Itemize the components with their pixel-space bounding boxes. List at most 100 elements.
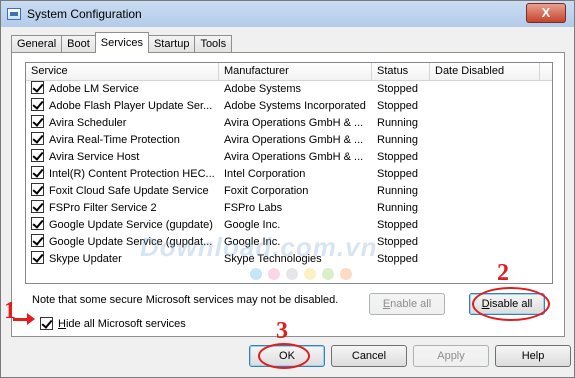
annotation-circle-disable-all	[472, 287, 550, 321]
date-disabled-cell	[430, 132, 540, 149]
date-disabled-cell	[430, 234, 540, 251]
manufacturer-cell: FSPro Labs	[224, 202, 283, 214]
service-checkbox[interactable]	[31, 234, 44, 247]
enable-all-button[interactable]: Enable all	[369, 293, 445, 315]
watermark-dot	[304, 268, 316, 280]
service-name-cell: Foxit Cloud Safe Update Service	[26, 183, 219, 200]
annotation-circle-ok	[258, 343, 310, 369]
watermark-text: Download.com.vn	[140, 232, 378, 262]
date-disabled-cell	[430, 115, 540, 132]
service-name-cell: Avira Real-Time Protection	[26, 132, 219, 149]
status-cell: Running	[377, 202, 418, 214]
service-checkbox[interactable]	[31, 98, 44, 111]
status-cell: Stopped	[377, 100, 418, 112]
status-cell: Running	[377, 185, 418, 197]
column-header-date-disabled[interactable]: Date Disabled	[430, 63, 540, 81]
manufacturer-cell: Avira Operations GmbH & ...	[224, 151, 364, 163]
service-name: FSPro Filter Service 2	[49, 202, 157, 214]
annotation-number-3: 3	[276, 318, 288, 344]
hide-microsoft-label: ide all Microsoft services	[65, 317, 186, 330]
service-name-cell: Adobe LM Service	[26, 81, 219, 98]
annotation-number-2: 2	[497, 260, 509, 286]
tab-services[interactable]: Services	[94, 32, 149, 53]
watermark-dot	[340, 268, 352, 280]
service-checkbox[interactable]	[31, 200, 44, 213]
tab-general[interactable]: General	[11, 35, 63, 53]
service-name: Avira Service Host	[49, 151, 140, 163]
watermark-dot	[286, 268, 298, 280]
services-list-header: Service Manufacturer Status Date Disable…	[26, 63, 552, 81]
column-header-manufacturer[interactable]: Manufacturer	[219, 63, 372, 81]
table-row[interactable]: Avira Real-Time Protection Avira Operatio…	[26, 132, 552, 149]
date-disabled-cell	[430, 98, 540, 115]
date-disabled-cell	[430, 81, 540, 98]
table-row[interactable]: Foxit Cloud Safe Update Service Foxit Cor…	[26, 183, 552, 200]
title-bar[interactable]: System Configuration X	[1, 1, 574, 27]
apply-button[interactable]: Apply	[413, 345, 489, 367]
table-row[interactable]: FSPro Filter Service 2 FSPro Labs Running	[26, 200, 552, 217]
date-disabled-cell	[430, 166, 540, 183]
column-header-service[interactable]: Service	[26, 63, 219, 81]
tab-boot[interactable]: Boot	[61, 35, 96, 53]
column-header-status[interactable]: Status	[372, 63, 430, 81]
status-cell: Stopped	[377, 253, 418, 265]
status-cell: Stopped	[377, 236, 418, 248]
watermark-dots	[250, 268, 352, 280]
manufacturer-cell: Adobe Systems	[224, 83, 302, 95]
date-disabled-cell	[430, 251, 540, 268]
service-checkbox[interactable]	[31, 183, 44, 196]
status-cell: Running	[377, 117, 418, 129]
date-disabled-cell	[430, 200, 540, 217]
service-name-cell: Avira Scheduler	[26, 115, 219, 132]
service-name-cell: Intel(R) Content Protection HEC...	[26, 166, 219, 183]
status-cell: Stopped	[377, 151, 418, 163]
date-disabled-cell	[430, 217, 540, 234]
hide-microsoft-checkbox[interactable]	[40, 317, 53, 330]
service-name: Google Update Service (gupdate)	[49, 219, 213, 231]
annotation-arrow-icon	[13, 313, 35, 325]
manufacturer-cell: Avira Operations GmbH & ...	[224, 134, 364, 146]
status-cell: Running	[377, 134, 418, 146]
service-checkbox[interactable]	[31, 81, 44, 94]
service-name-cell: FSPro Filter Service 2	[26, 200, 219, 217]
service-name: Adobe LM Service	[49, 83, 139, 95]
enable-all-label: nable all	[390, 298, 432, 310]
service-name: Intel(R) Content Protection HEC...	[49, 168, 215, 180]
tab-startup[interactable]: Startup	[147, 35, 196, 53]
table-row[interactable]: Avira Scheduler Avira Operations GmbH & .…	[26, 115, 552, 132]
manufacturer-cell: Foxit Corporation	[224, 185, 309, 197]
status-cell: Stopped	[377, 83, 418, 95]
service-checkbox[interactable]	[31, 149, 44, 162]
service-checkbox[interactable]	[31, 115, 44, 128]
table-row[interactable]: Avira Service Host Avira Operations GmbH …	[26, 149, 552, 166]
tab-strip: General Boot Services Startup Tools	[11, 32, 233, 53]
help-button[interactable]: Help	[495, 345, 571, 367]
service-name: Avira Scheduler	[49, 117, 127, 129]
status-cell: Stopped	[377, 168, 418, 180]
status-cell: Stopped	[377, 219, 418, 231]
service-checkbox[interactable]	[31, 166, 44, 179]
service-name: Foxit Cloud Safe Update Service	[49, 185, 209, 197]
date-disabled-cell	[430, 149, 540, 166]
service-checkbox[interactable]	[31, 217, 44, 230]
service-checkbox[interactable]	[31, 251, 44, 264]
close-button[interactable]: X	[526, 3, 566, 23]
service-checkbox[interactable]	[31, 132, 44, 145]
manufacturer-cell: Intel Corporation	[224, 168, 306, 180]
watermark-dot	[322, 268, 334, 280]
msconfig-app-icon	[7, 8, 21, 20]
service-name: Skype Updater	[49, 253, 122, 265]
date-disabled-cell	[430, 183, 540, 200]
table-row[interactable]: Intel(R) Content Protection HEC... Intel …	[26, 166, 552, 183]
watermark-dot	[250, 268, 262, 280]
manufacturer-cell: Adobe Systems Incorporated	[224, 100, 366, 112]
table-row[interactable]: Adobe LM Service Adobe Systems Stopped	[26, 81, 552, 98]
table-row[interactable]: Adobe Flash Player Update Ser... Adobe Sy…	[26, 98, 552, 115]
manufacturer-cell: Avira Operations GmbH & ...	[224, 117, 364, 129]
cancel-button[interactable]: Cancel	[331, 345, 407, 367]
tab-tools[interactable]: Tools	[194, 35, 233, 53]
hide-microsoft-services[interactable]: Hide all Microsoft services	[40, 317, 186, 330]
service-name-cell: Avira Service Host	[26, 149, 219, 166]
header-filler	[540, 63, 552, 80]
hide-microsoft-accelerator: H	[58, 317, 66, 330]
